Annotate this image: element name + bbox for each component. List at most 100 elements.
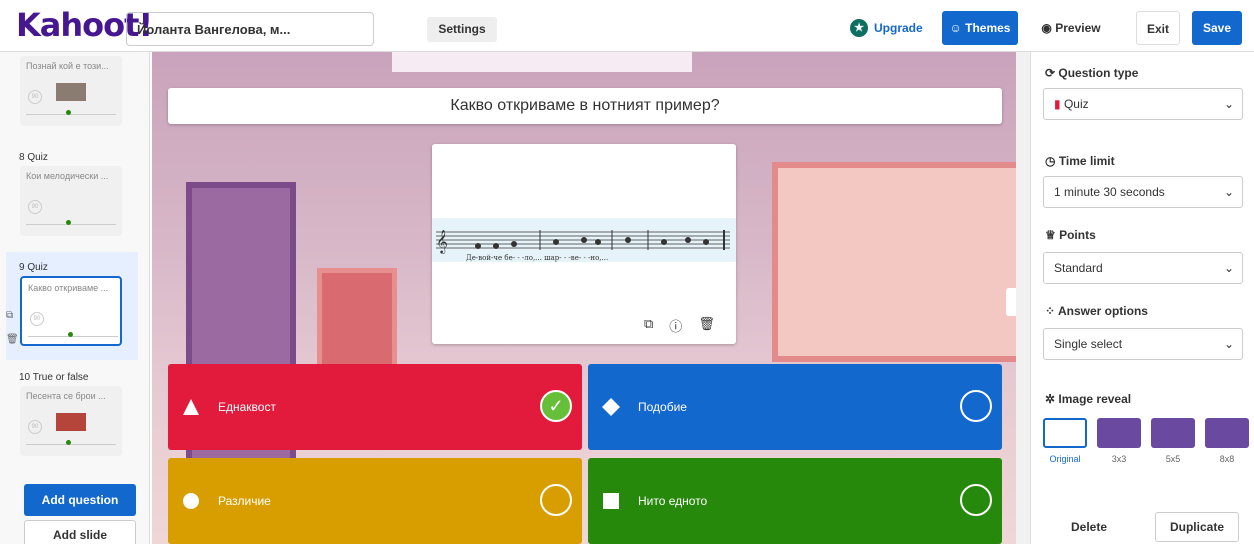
duplicate-button[interactable]: Duplicate xyxy=(1155,512,1239,542)
answer-3[interactable]: Различие xyxy=(168,458,582,544)
add-question-button[interactable]: Add question xyxy=(24,484,136,516)
sidebar-item-8[interactable]: 8 Quiz xyxy=(6,152,138,163)
media-toolbar: ⧉ ⓘ 🗑 xyxy=(644,316,715,335)
upgrade-label: Upgrade xyxy=(874,21,923,35)
chevron-down-icon: ⌄ xyxy=(1223,337,1234,351)
divider xyxy=(28,336,118,337)
svg-text:𝄞: 𝄞 xyxy=(436,229,448,254)
lyrics-text: Де-вой-че бе- - -ло,... шар- - -ве- - -н… xyxy=(466,254,608,262)
answer-2-text: Подобие xyxy=(638,400,687,414)
slide-thumbnail[interactable]: Познай кой е този... 90 xyxy=(20,56,122,126)
preview-button[interactable]: ◉ Preview xyxy=(1028,11,1114,45)
slide-thumbnail[interactable]: Песента се брои ... 90 xyxy=(20,386,122,456)
slide-preview-text: Познай кой е този... xyxy=(26,61,109,71)
question-title[interactable]: Какво откриваме в нотният пример? xyxy=(168,88,1002,124)
divider xyxy=(26,224,116,225)
answer-1[interactable]: Еднаквост ✓ xyxy=(168,364,582,450)
reveal-label-original: Original xyxy=(1049,454,1081,464)
themes-button[interactable]: ☺ Themes xyxy=(942,11,1018,45)
points-heading: ♕ Points xyxy=(1045,228,1096,242)
kahoot-title: Йоланта Вангелова, м... xyxy=(137,22,291,37)
sidebar-item-10[interactable]: 10 True or false xyxy=(6,372,138,383)
quiz-icon: ▮ xyxy=(1054,97,1061,111)
question-type-select[interactable]: ▮ Quiz ⌄ xyxy=(1043,88,1243,120)
exit-button[interactable]: Exit xyxy=(1136,11,1180,45)
duplicate-slide-icon[interactable]: ⧉ xyxy=(6,310,13,321)
answer-options-heading: ⁘ Answer options xyxy=(1045,304,1148,318)
answer-options-label: Answer options xyxy=(1057,304,1148,318)
top-bar: Kahoot! Йоланта Вангелова, м... Settings… xyxy=(0,0,1254,52)
question-media[interactable]: 𝄞 Де-вой-че бе- - -ло,... шар- - -ве- - … xyxy=(432,144,736,344)
question-canvas: Какво откриваме в нотният пример? 𝄞 Де-в… xyxy=(152,52,1016,544)
info-icon[interactable]: ⓘ xyxy=(669,316,682,335)
crop-icon[interactable]: ⧉ xyxy=(644,316,653,335)
delete-button[interactable]: Delete xyxy=(1071,520,1107,534)
slide-preview-text: Какво откриваме ... xyxy=(28,283,109,293)
sparkle-icon: ✲ xyxy=(1045,392,1059,406)
palette-icon: ☺ xyxy=(949,21,966,35)
answer-2[interactable]: Подобие xyxy=(588,364,1002,450)
answer-options-icon: ⁘ xyxy=(1045,304,1058,318)
kahoot-title-field[interactable]: Йоланта Вангелова, м... Settings xyxy=(126,12,497,46)
mark-correct-circle[interactable] xyxy=(960,484,992,516)
answer-options-select[interactable]: Single select ⌄ xyxy=(1043,328,1243,360)
eye-icon: ◉ xyxy=(1041,21,1056,35)
themes-label: Themes xyxy=(965,21,1011,35)
question-type-heading: ⟳ Question type xyxy=(1045,66,1138,80)
settings-panel: ⟳ Question type ▮ Quiz ⌄ ◷ Time limit 1 … xyxy=(1030,52,1254,544)
answer-4[interactable]: Нито едното xyxy=(588,458,1002,544)
slide-image xyxy=(56,413,86,431)
answer-options-value: Single select xyxy=(1054,337,1123,351)
reveal-label-5x5: 5x5 xyxy=(1165,454,1181,464)
mark-correct-circle[interactable] xyxy=(540,484,572,516)
divider xyxy=(26,444,116,445)
triangle-icon xyxy=(183,399,199,415)
answer-4-text: Нито едното xyxy=(638,494,708,508)
upgrade-button[interactable]: ★ Upgrade xyxy=(850,19,923,37)
reveal-original[interactable] xyxy=(1043,418,1087,448)
slide-thumbnail-selected[interactable]: Какво откриваме ... 90 xyxy=(20,276,122,346)
answer-dot xyxy=(66,110,71,115)
slide-preview-text: Песента се брои ... xyxy=(26,391,106,401)
time-limit-value: 1 minute 30 seconds xyxy=(1054,185,1165,199)
reveal-8x8[interactable] xyxy=(1205,418,1249,448)
settings-button[interactable]: Settings xyxy=(427,17,497,42)
background-board xyxy=(317,268,397,378)
reveal-3x3[interactable] xyxy=(1097,418,1141,448)
timer-icon: 90 xyxy=(28,200,42,214)
scrollbar[interactable] xyxy=(1016,52,1030,544)
sheet-music-image: 𝄞 Де-вой-че бе- - -ло,... шар- - -ве- - … xyxy=(432,218,736,262)
reveal-5x5[interactable] xyxy=(1151,418,1195,448)
background-window xyxy=(772,162,1016,362)
trash-icon[interactable]: 🗑 xyxy=(698,316,715,335)
square-icon xyxy=(603,493,619,509)
time-limit-select[interactable]: 1 minute 30 seconds ⌄ xyxy=(1043,176,1243,208)
image-reveal-options xyxy=(1043,418,1249,448)
timer-icon: 90 xyxy=(28,90,42,104)
slide-image xyxy=(56,83,86,101)
delete-slide-icon[interactable]: 🗑 xyxy=(6,334,19,345)
divider xyxy=(26,114,116,115)
points-select[interactable]: Standard ⌄ xyxy=(1043,252,1243,284)
correct-check-icon[interactable]: ✓ xyxy=(540,390,572,422)
star-icon: ★ xyxy=(850,19,868,37)
time-limit-label: Time limit xyxy=(1058,154,1115,168)
save-button[interactable]: Save xyxy=(1192,11,1242,45)
image-reveal-heading: ✲ Image reveal xyxy=(1045,392,1131,406)
points-value: Standard xyxy=(1054,261,1103,275)
reveal-label-8x8: 8x8 xyxy=(1219,454,1235,464)
chevron-down-icon: ⌄ xyxy=(1223,97,1234,111)
timer-icon: 90 xyxy=(28,420,42,434)
add-slide-button[interactable]: Add slide xyxy=(24,520,136,544)
question-type-value: Quiz xyxy=(1063,97,1089,111)
medal-icon: ♕ xyxy=(1045,228,1060,242)
time-limit-heading: ◷ Time limit xyxy=(1045,154,1115,168)
slide-thumbnail[interactable]: Кои мелодически ... 90 xyxy=(20,166,122,236)
question-type-label: Question type xyxy=(1058,66,1139,80)
answer-dot xyxy=(66,440,71,445)
slide-label: 8 Quiz xyxy=(19,152,48,163)
points-label: Points xyxy=(1059,228,1096,242)
answer-dot xyxy=(68,332,73,337)
mark-correct-circle[interactable] xyxy=(960,390,992,422)
timer-icon: 90 xyxy=(30,312,44,326)
